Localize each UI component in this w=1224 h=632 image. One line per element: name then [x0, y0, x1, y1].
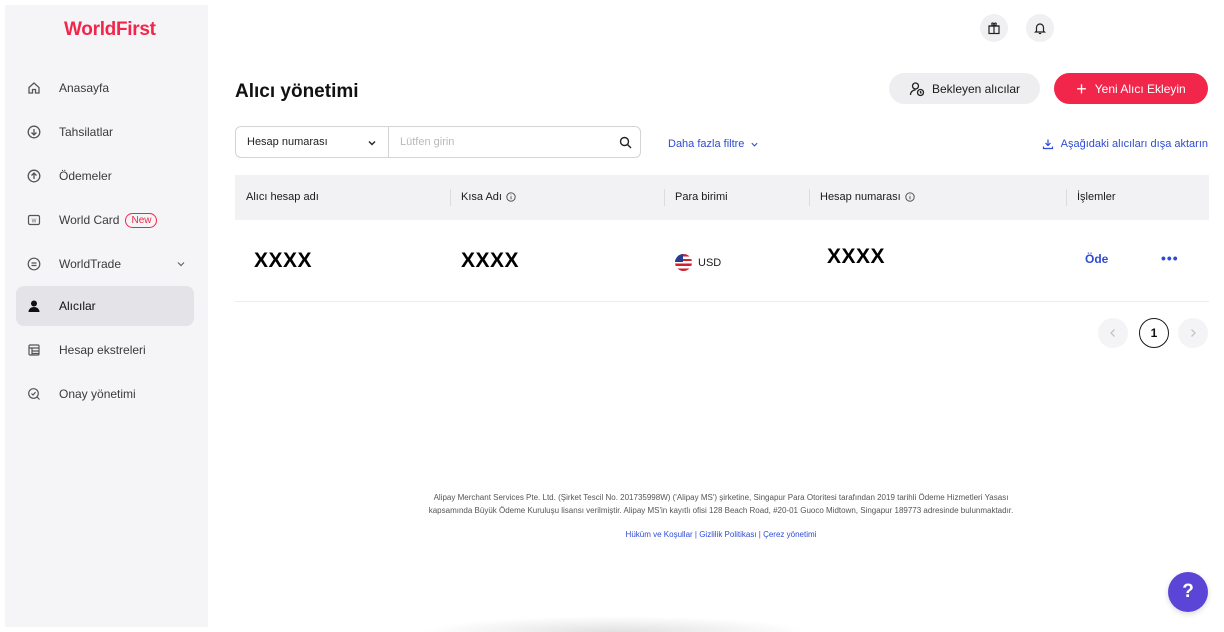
gift-button[interactable]	[980, 14, 1008, 42]
column-header-label: Kısa Adı	[461, 191, 502, 203]
sidebar-item-odemeler[interactable]: Ödemeler	[16, 156, 194, 196]
column-header-account-number: Hesap numarası	[820, 191, 915, 203]
gift-icon	[987, 21, 1001, 35]
svg-text:W: W	[32, 218, 37, 224]
column-divider	[809, 189, 810, 206]
sidebar-item-label: Anasayfa	[59, 81, 110, 95]
us-flag-icon	[675, 254, 692, 271]
column-header-label: Hesap numarası	[820, 191, 901, 203]
pending-users-icon	[909, 81, 925, 97]
sidebar-item-world-card[interactable]: W World Card New	[16, 200, 194, 240]
download-circle-icon	[26, 124, 42, 140]
pagination-next-button[interactable]	[1178, 318, 1208, 348]
bell-icon	[1033, 21, 1047, 35]
search-icon[interactable]	[610, 136, 640, 149]
column-divider	[450, 189, 451, 206]
info-icon[interactable]	[506, 192, 516, 202]
upload-circle-icon	[26, 168, 42, 184]
trade-icon	[26, 256, 42, 272]
new-badge: New	[125, 212, 158, 228]
add-recipient-label: Yeni Alıcı Ekleyin	[1094, 81, 1186, 96]
column-header-account-name: Alıcı hesap adı	[246, 191, 319, 203]
export-label: Aşağıdaki alıcıları dışa aktarın	[1060, 138, 1208, 150]
sidebar-item-label: World Card	[59, 213, 120, 227]
account-name-cell: XXXX	[254, 249, 313, 272]
sidebar-item-label: Ödemeler	[59, 169, 112, 183]
legal-line: kapsamında Büyük Ödeme Kuruluşu lisansı …	[428, 506, 1014, 515]
column-header-label: Alıcı hesap adı	[246, 191, 319, 203]
sidebar-item-label: WorldTrade	[59, 257, 122, 271]
download-icon	[1042, 138, 1054, 150]
search-field-select[interactable]: Hesap numarası	[236, 127, 389, 157]
short-name-cell: XXXX	[461, 249, 520, 272]
column-header-label: İşlemler	[1077, 191, 1116, 203]
pending-recipients-label: Bekleyen alıcılar	[931, 81, 1021, 96]
currency-cell: USD	[675, 254, 721, 271]
chevron-right-icon	[1189, 328, 1197, 338]
more-filters-link[interactable]: Daha fazla filtre	[668, 138, 759, 150]
column-header-currency: Para birimi	[675, 191, 728, 203]
column-header-label: Para birimi	[675, 191, 728, 203]
sidebar: WorldFirst Anasayfa Tahsilatlar Ödemeler…	[5, 5, 208, 627]
legal-line: Alipay Merchant Services Pte. Ltd. (Şirk…	[433, 493, 1009, 502]
chevron-down-icon	[750, 140, 759, 149]
search-field-select-value: Hesap numarası	[247, 136, 328, 148]
sidebar-item-label: Alıcılar	[59, 299, 96, 313]
sidebar-item-worldtrade[interactable]: WorldTrade	[16, 244, 194, 284]
export-recipients-link[interactable]: Aşağıdaki alıcıları dışa aktarın	[1042, 138, 1208, 150]
column-divider	[664, 189, 665, 206]
help-button[interactable]: ?	[1168, 572, 1208, 612]
footer-links[interactable]: Hüküm ve Koşullar | Gizlilik Politikası …	[320, 530, 1122, 539]
legal-disclaimer: Alipay Merchant Services Pte. Ltd. (Şirk…	[320, 491, 1122, 517]
column-header-short-name: Kısa Adı	[461, 191, 516, 203]
chevron-down-icon[interactable]	[176, 258, 186, 272]
sidebar-item-label: Hesap ekstreleri	[59, 343, 146, 357]
notifications-button[interactable]	[1026, 14, 1054, 42]
table-header: Alıcı hesap adı Kısa Adı Para birimi Hes…	[235, 175, 1209, 220]
sidebar-item-label: Onay yönetimi	[59, 387, 136, 401]
home-icon	[26, 80, 42, 96]
pay-link[interactable]: Öde	[1085, 252, 1108, 266]
sidebar-item-label: Tahsilatlar	[59, 125, 114, 139]
bottom-shadow	[420, 616, 810, 632]
sidebar-item-alicilar[interactable]: Alıcılar	[16, 286, 194, 326]
card-icon: W	[26, 212, 42, 228]
currency-code: USD	[698, 256, 722, 269]
page-title: Alıcı yönetimi	[235, 81, 359, 102]
pagination-prev-button[interactable]	[1098, 318, 1128, 348]
sidebar-item-anasayfa[interactable]: Anasayfa	[16, 68, 194, 108]
search-filter: Hesap numarası	[235, 126, 641, 158]
add-recipient-button[interactable]: + Yeni Alıcı Ekleyin	[1054, 73, 1208, 104]
chevron-left-icon	[1109, 328, 1117, 338]
more-filters-label: Daha fazla filtre	[668, 138, 745, 150]
pagination-page-current[interactable]: 1	[1139, 318, 1169, 348]
statement-icon	[26, 342, 42, 358]
account-number-cell: XXXX	[827, 245, 886, 268]
chevron-down-icon	[367, 138, 377, 151]
worldfirst-logo[interactable]: WorldFirst	[64, 19, 156, 41]
column-header-actions: İşlemler	[1077, 191, 1116, 203]
pending-recipients-button[interactable]: Bekleyen alıcılar	[889, 73, 1040, 104]
plus-icon: +	[1076, 78, 1087, 99]
more-actions-icon[interactable]: •••	[1161, 250, 1179, 266]
search-input[interactable]	[389, 136, 610, 148]
approval-icon	[26, 386, 42, 402]
sidebar-item-hesap-ekstreleri[interactable]: Hesap ekstreleri	[16, 330, 194, 370]
info-icon[interactable]	[905, 192, 915, 202]
user-icon	[26, 298, 42, 314]
table-row[interactable]: XXXX XXXX USD XXXX Öde •••	[235, 221, 1209, 302]
column-divider	[1066, 189, 1067, 206]
sidebar-item-onay-yonetimi[interactable]: Onay yönetimi	[16, 374, 194, 414]
sidebar-item-tahsilatlar[interactable]: Tahsilatlar	[16, 112, 194, 152]
